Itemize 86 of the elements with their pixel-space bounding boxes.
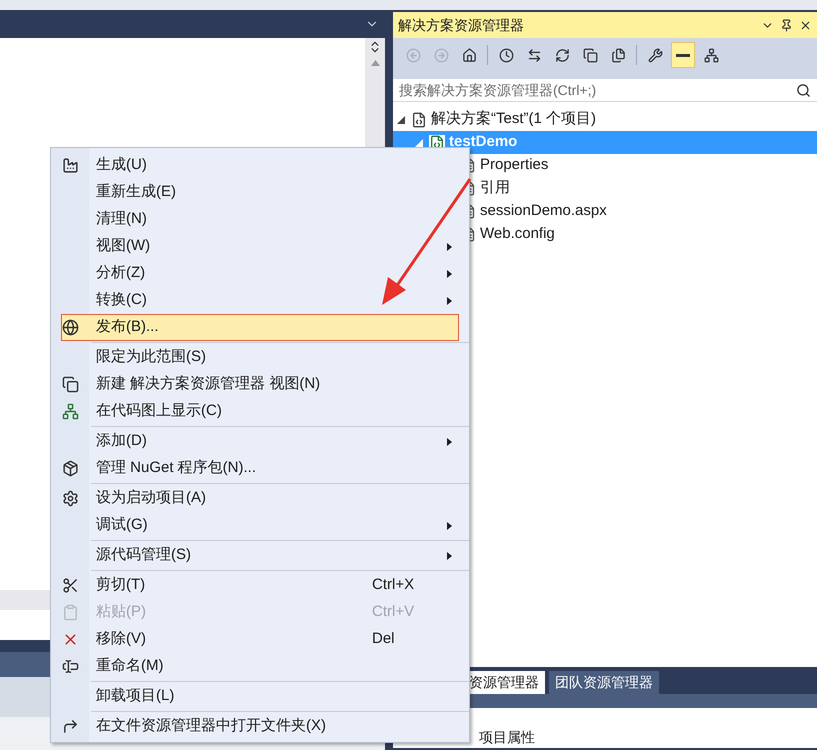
tree-item-label: 引用	[480, 178, 510, 198]
expanded-triangle-icon[interactable]	[397, 116, 405, 124]
menu-item[interactable]: 发布(B)...	[61, 314, 459, 341]
menu-item-label: 新建 解决方案资源管理器 视图(N)	[96, 374, 322, 394]
submenu-arrow-icon	[447, 242, 452, 250]
clipboard-icon	[62, 604, 79, 621]
menu-item[interactable]: 管理 NuGet 程序包(N)...	[61, 455, 459, 482]
menu-item[interactable]: 清理(N)	[61, 206, 459, 233]
minus-icon	[676, 54, 690, 56]
menu-item[interactable]: 重新生成(E)	[61, 179, 459, 206]
menu-item-label: 设为启动项目(A)	[96, 488, 207, 508]
menu-item-label: 在代码图上显示(C)	[96, 401, 223, 422]
home-icon	[462, 48, 476, 62]
submenu-arrow-icon	[447, 522, 452, 530]
menu-item[interactable]: 调试(G)	[61, 512, 459, 539]
menu-item-label: 在文件资源管理器中打开文件夹(X)	[96, 716, 327, 736]
back-icon	[406, 48, 420, 62]
search-icon[interactable]	[796, 82, 811, 98]
files-icon	[610, 48, 626, 62]
panel-title: 解决方案资源管理器	[398, 16, 525, 34]
refresh-icon	[554, 48, 570, 62]
tree-row[interactable]: 解决方案“Test”(1 个项目)	[393, 108, 817, 131]
pin-icon[interactable]	[780, 18, 793, 32]
tree-item-label: Properties	[480, 155, 548, 176]
rename-icon	[62, 658, 79, 675]
sync-icon	[526, 48, 542, 62]
menu-item[interactable]: 在文件资源管理器中打开文件夹(X)	[61, 713, 459, 740]
tree-item-label: Web.config	[480, 224, 555, 244]
menu-item[interactable]: 剪切(T) Ctrl+X	[61, 572, 459, 599]
menu-item[interactable]: 分析(Z)	[61, 260, 459, 287]
wrench-icon	[648, 48, 662, 62]
menu-item[interactable]: 视图(W)	[61, 233, 459, 260]
menu-item-label: 添加(D)	[96, 431, 148, 452]
menu-item[interactable]: 限定为此范围(S)	[61, 344, 459, 371]
shortcut-label: Ctrl+X	[372, 575, 416, 596]
menu-item-label: 源代码管理(S)	[96, 545, 192, 566]
menu-item[interactable]: 生成(U)	[61, 152, 459, 179]
tree-item-label: 解决方案“Test”(1 个项目)	[431, 109, 596, 130]
solution-icon	[411, 112, 427, 128]
forward-icon	[434, 48, 448, 62]
menu-item-label: 卸载项目(L)	[96, 686, 176, 706]
tree-item-label: testDemo	[449, 132, 518, 152]
submenu-arrow-icon	[447, 438, 452, 446]
menu-item-label: 转换(C)	[96, 290, 148, 310]
menu-item[interactable]: 在代码图上显示(C)	[61, 398, 459, 425]
menu-item-label: 调试(G)	[96, 515, 149, 536]
clock-icon	[498, 48, 514, 62]
menu-item-label: 粘贴(P)	[96, 602, 147, 622]
menu-item[interactable]: 新建 解决方案资源管理器 视图(N)	[61, 371, 459, 398]
submenu-arrow-icon	[447, 296, 452, 304]
panel-label: 项目属性	[479, 728, 535, 747]
submenu-arrow-icon	[447, 270, 452, 278]
menu-item[interactable]: 源代码管理(S)	[61, 542, 459, 569]
menu-item-label: 重命名(M)	[96, 656, 164, 676]
close-icon[interactable]	[799, 18, 812, 32]
menu-item-label: 移除(V)	[96, 629, 147, 650]
menu-item[interactable]: 移除(V) Del	[61, 626, 459, 653]
menu-item-label: 剪切(T)	[96, 575, 146, 596]
network-icon	[704, 48, 718, 62]
tree-item-label: sessionDemo.aspx	[480, 201, 607, 222]
menu-item-label: 分析(Z)	[96, 263, 146, 284]
redo-arrow-icon	[62, 718, 79, 735]
menu-item-label: 管理 NuGet 程序包(N)...	[96, 458, 258, 478]
copy-icon	[62, 376, 79, 393]
package-icon	[62, 460, 79, 477]
toolbar-button[interactable]	[671, 42, 695, 68]
menu-item-label: 限定为此范围(S)	[96, 347, 207, 368]
panel-tab[interactable]: 团队资源管理器	[549, 671, 659, 694]
menu-item[interactable]: 添加(D)	[61, 428, 459, 455]
submenu-arrow-icon	[447, 552, 452, 560]
menu-item[interactable]: 转换(C)	[61, 287, 459, 314]
menu-item-label: 重新生成(E)	[96, 182, 177, 202]
menu-item-label: 生成(U)	[96, 155, 148, 176]
menu-item-label: 视图(W)	[96, 236, 152, 256]
shortcut-label: Del	[372, 629, 396, 650]
menu-item[interactable]: 卸载项目(L)	[61, 683, 459, 710]
shortcut-label: Ctrl+V	[372, 602, 416, 622]
settings-icon	[62, 490, 79, 507]
menu-item-label: 清理(N)	[96, 209, 148, 230]
menu-item-label: 发布(B)...	[96, 317, 160, 338]
menu-item[interactable]: 设为启动项目(A)	[61, 485, 459, 512]
network-icon	[62, 403, 79, 420]
menu-item[interactable]: 重命名(M)	[61, 653, 459, 680]
scissors-icon	[62, 577, 79, 594]
factory-icon	[62, 157, 79, 174]
globe-icon	[62, 319, 79, 336]
